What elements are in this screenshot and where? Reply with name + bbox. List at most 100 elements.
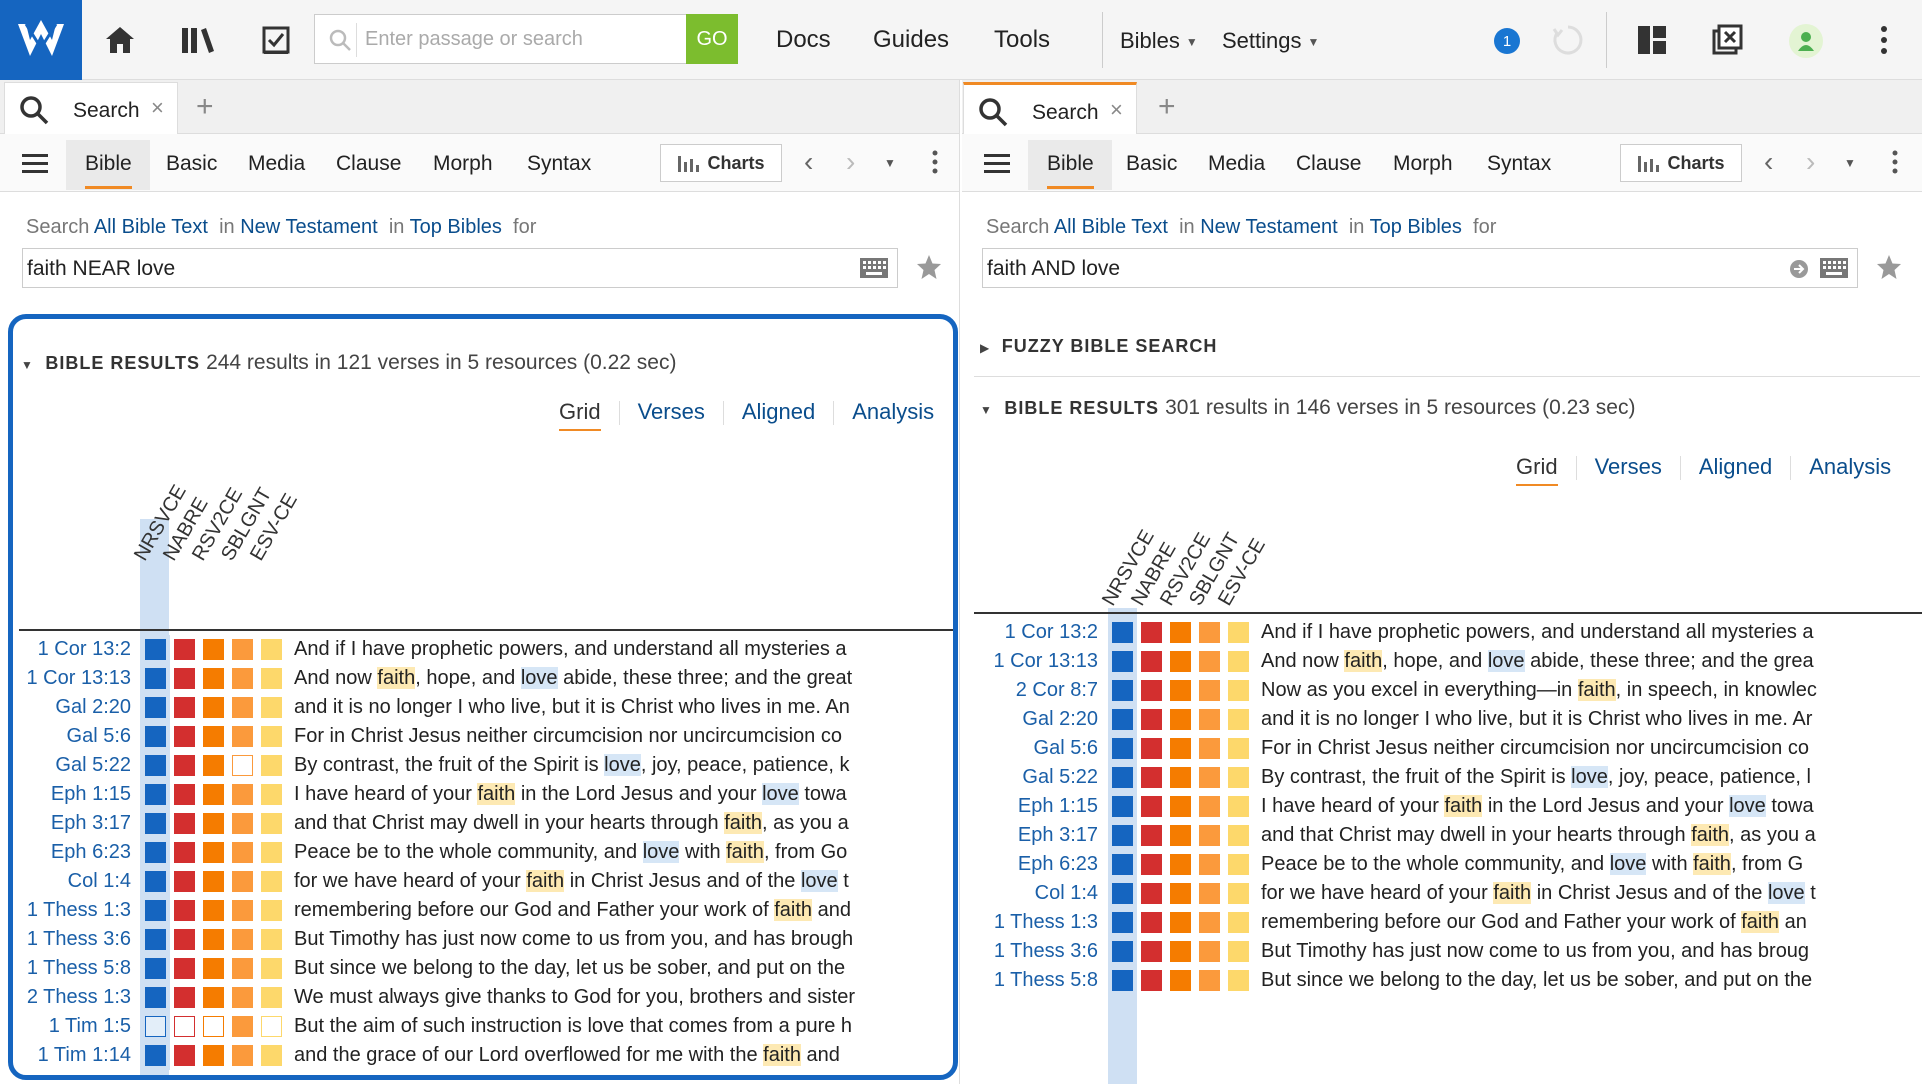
table-row[interactable]: Gal 2:20 and it is no longer I who live, … (19, 693, 953, 722)
bible-results-header[interactable]: ▼ BIBLE RESULTS 244 results in 121 verses … (21, 351, 676, 375)
hit-cell[interactable] (1224, 676, 1253, 705)
table-row[interactable]: 1 Tim 1:14 and the grace of our Lord over… (19, 1041, 953, 1070)
verse-reference-link[interactable]: Eph 1:15 (974, 792, 1108, 821)
query-text[interactable]: faith NEAR love (27, 257, 175, 281)
hit-cell[interactable] (199, 664, 228, 693)
hit-cell[interactable] (1108, 966, 1137, 995)
table-row[interactable]: 1 Cor 13:2 And if I have prophetic powers… (974, 618, 1922, 647)
hit-cell[interactable] (228, 983, 257, 1012)
hit-cell[interactable] (199, 925, 228, 954)
hit-cell[interactable] (257, 780, 286, 809)
hit-cell[interactable] (1108, 850, 1137, 879)
menu-icon[interactable] (22, 154, 48, 179)
range-link[interactable]: New Testament (1200, 216, 1337, 238)
verse-text[interactable]: and that Christ may dwell in your hearts… (1253, 821, 1922, 850)
table-row[interactable]: 1 Thess 3:6 But Timothy has just now come… (974, 937, 1922, 966)
hit-cell[interactable] (1137, 676, 1166, 705)
hit-cell[interactable] (199, 838, 228, 867)
hit-cell[interactable] (1166, 821, 1195, 850)
hit-cell[interactable] (1224, 792, 1253, 821)
table-row[interactable]: Eph 1:15 I have heard of your faith in th… (19, 780, 953, 809)
hit-cell[interactable] (170, 1041, 199, 1070)
table-row[interactable]: Eph 3:17 and that Christ may dwell in you… (19, 809, 953, 838)
hit-cell[interactable] (1195, 734, 1224, 763)
checklist-icon[interactable] (254, 18, 298, 62)
hit-cell[interactable] (1166, 879, 1195, 908)
menu-icon[interactable] (984, 154, 1010, 179)
hit-cell[interactable] (1224, 821, 1253, 850)
verse-reference-link[interactable]: Gal 5:6 (19, 722, 141, 751)
table-row[interactable]: Gal 5:22 By contrast, the fruit of the Sp… (974, 763, 1922, 792)
hit-cell[interactable] (257, 809, 286, 838)
verse-reference-link[interactable]: Eph 6:23 (19, 838, 141, 867)
tab-media[interactable]: Media (1208, 152, 1265, 176)
verse-reference-link[interactable]: 1 Thess 3:6 (19, 925, 141, 954)
hit-cell[interactable] (228, 635, 257, 664)
verse-reference-link[interactable]: 1 Thess 5:8 (974, 966, 1108, 995)
verse-text[interactable]: I have heard of your faith in the Lord J… (286, 780, 953, 809)
hit-cell[interactable] (257, 1012, 286, 1041)
verse-text[interactable]: But the aim of such instruction is love … (286, 1012, 953, 1041)
hit-cell[interactable] (1108, 908, 1137, 937)
verse-reference-link[interactable]: 1 Cor 13:13 (19, 664, 141, 693)
view-aligned[interactable]: Aligned (1699, 454, 1772, 480)
table-row[interactable]: 2 Cor 8:7 Now as you excel in everything—… (974, 676, 1922, 705)
verse-reference-link[interactable]: 1 Cor 13:2 (974, 618, 1108, 647)
verse-text[interactable]: But since we belong to the day, let us b… (286, 954, 953, 983)
panel-menu-icon[interactable] (1892, 150, 1898, 179)
hit-cell[interactable] (228, 780, 257, 809)
hit-cell[interactable] (1224, 763, 1253, 792)
hit-cell[interactable] (257, 838, 286, 867)
hit-cell[interactable] (228, 1012, 257, 1041)
hit-cell[interactable] (257, 722, 286, 751)
hit-cell[interactable] (257, 664, 286, 693)
hit-cell[interactable] (1108, 937, 1137, 966)
guides-menu[interactable]: Guides (873, 26, 949, 54)
hit-cell[interactable] (199, 954, 228, 983)
verse-text[interactable]: But Timothy has just now come to us from… (1253, 937, 1922, 966)
tab-clause[interactable]: Clause (1296, 152, 1361, 176)
range-link[interactable]: New Testament (240, 216, 377, 238)
hit-cell[interactable] (1224, 937, 1253, 966)
hit-cell[interactable] (141, 1012, 170, 1041)
query-text[interactable]: faith AND love (987, 257, 1120, 281)
verse-text[interactable]: But since we belong to the day, let us b… (1253, 966, 1922, 995)
forward-icon[interactable]: › (846, 146, 855, 178)
hit-cell[interactable] (199, 1012, 228, 1041)
verse-text[interactable]: remembering before our God and Father yo… (1253, 908, 1922, 937)
verse-reference-link[interactable]: 1 Cor 13:2 (19, 635, 141, 664)
view-analysis[interactable]: Analysis (852, 399, 934, 425)
hit-cell[interactable] (1166, 705, 1195, 734)
hit-cell[interactable] (199, 751, 228, 780)
verse-text[interactable]: for we have heard of your faith in Chris… (1253, 879, 1922, 908)
hit-cell[interactable] (1195, 792, 1224, 821)
verse-text[interactable]: Now as you excel in everything—in faith,… (1253, 676, 1922, 705)
forward-icon[interactable]: › (1806, 146, 1815, 178)
resources-link[interactable]: Top Bibles (1370, 216, 1462, 238)
hit-cell[interactable] (1195, 908, 1224, 937)
hit-cell[interactable] (170, 1012, 199, 1041)
scope-link[interactable]: All Bible Text (94, 216, 208, 238)
verse-text[interactable]: Peace be to the whole community, and lov… (1253, 850, 1922, 879)
library-icon[interactable] (176, 18, 220, 62)
collapse-triangle-icon[interactable]: ▼ (980, 403, 992, 417)
verse-text[interactable]: for we have heard of your faith in Chris… (286, 867, 953, 896)
query-input[interactable]: faith NEAR love (22, 248, 898, 288)
hit-cell[interactable] (1137, 821, 1166, 850)
hit-cell[interactable] (1137, 937, 1166, 966)
hit-cell[interactable] (1224, 618, 1253, 647)
panel-menu-icon[interactable] (932, 150, 938, 179)
hit-cell[interactable] (141, 780, 170, 809)
table-row[interactable]: 1 Tim 1:5 But the aim of such instruction… (19, 1012, 953, 1041)
hit-cell[interactable] (257, 693, 286, 722)
home-icon[interactable] (98, 18, 142, 62)
add-tab-icon[interactable]: + (1158, 90, 1176, 124)
hit-cell[interactable] (257, 1041, 286, 1070)
hit-cell[interactable] (141, 867, 170, 896)
star-icon[interactable] (916, 254, 942, 285)
hit-cell[interactable] (1195, 821, 1224, 850)
table-row[interactable]: Gal 5:6 For in Christ Jesus neither circu… (19, 722, 953, 751)
hit-cell[interactable] (170, 664, 199, 693)
verse-text[interactable]: Peace be to the whole community, and lov… (286, 838, 953, 867)
hit-cell[interactable] (1224, 908, 1253, 937)
